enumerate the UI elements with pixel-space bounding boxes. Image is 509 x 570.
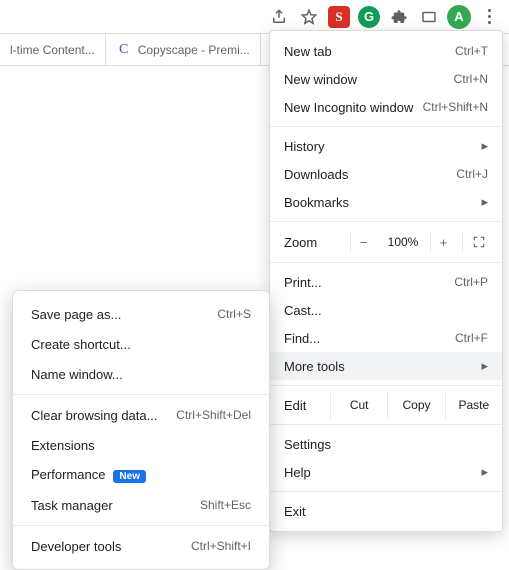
kebab-icon [488,9,491,24]
menu-label: Cast... [284,303,488,318]
menu-bookmarks[interactable]: Bookmarks ▸ [270,188,502,216]
menu-label: Create shortcut... [31,337,251,352]
submenu-devtools[interactable]: Developer tools Ctrl+Shift+I [13,531,269,561]
menu-label: New tab [284,44,455,59]
menu-label: Settings [284,437,488,452]
separator [270,424,502,425]
menu-label: Save page as... [31,307,217,322]
menu-edit-row: Edit Cut Copy Paste [270,391,502,419]
menu-zoom-row: Zoom − 100% + [270,227,502,257]
zoom-in-button[interactable]: + [430,231,456,253]
menu-new-tab[interactable]: New tab Ctrl+T [270,37,502,65]
extension-s[interactable]: S [325,3,353,31]
menu-accel: Ctrl+T [455,44,488,58]
main-menu: New tab Ctrl+T New window Ctrl+N New Inc… [269,30,503,532]
menu-label: Print... [284,275,454,290]
menu-accel: Ctrl+N [454,72,488,86]
menu-label: New window [284,72,454,87]
menu-label: Name window... [31,367,251,382]
menu-accel: Ctrl+Shift+N [423,100,488,114]
menu-find[interactable]: Find... Ctrl+F [270,324,502,352]
menu-accel: Ctrl+J [456,167,488,181]
submenu-performance[interactable]: PerformanceNew [13,460,269,490]
tab-item[interactable]: l-time Content... [0,34,106,65]
submenu-task-manager[interactable]: Task manager Shift+Esc [13,490,269,520]
profile-avatar[interactable]: A [445,3,473,31]
menu-cast[interactable]: Cast... [270,296,502,324]
edit-paste-button[interactable]: Paste [445,391,502,419]
submenu-clear-data[interactable]: Clear browsing data... Ctrl+Shift+Del [13,400,269,430]
menu-label: Clear browsing data... [31,408,176,423]
address-bar-edge [6,3,18,31]
ext-g-letter: G [358,6,380,28]
zoom-out-button[interactable]: − [350,231,376,253]
menu-accel: Ctrl+P [454,275,488,289]
share-icon[interactable] [265,3,293,31]
menu-label: New Incognito window [284,100,423,115]
fullscreen-button[interactable] [462,231,494,253]
tab-overview-icon[interactable] [415,3,443,31]
menu-print[interactable]: Print... Ctrl+P [270,268,502,296]
menu-accel: Ctrl+F [455,331,488,345]
edit-cut-button[interactable]: Cut [330,391,387,419]
menu-label: PerformanceNew [31,467,251,483]
bookmark-star-icon[interactable] [295,3,323,31]
zoom-value: 100% [380,235,426,249]
ext-s-letter: S [328,6,350,28]
new-badge: New [113,470,146,483]
separator [13,525,269,526]
menu-accel: Shift+Esc [200,498,251,512]
menu-downloads[interactable]: Downloads Ctrl+J [270,160,502,188]
separator [270,262,502,263]
submenu-create-shortcut[interactable]: Create shortcut... [13,329,269,359]
zoom-label: Zoom [284,235,344,250]
menu-help[interactable]: Help ▸ [270,458,502,486]
chevron-right-icon: ▸ [481,138,488,154]
tab-item[interactable]: C Copyscape - Premi... [106,34,261,65]
menu-exit[interactable]: Exit [270,497,502,525]
avatar-letter: A [447,5,471,29]
chevron-right-icon: ▸ [481,464,488,480]
extension-g[interactable]: G [355,3,383,31]
menu-new-window[interactable]: New window Ctrl+N [270,65,502,93]
menu-settings[interactable]: Settings [270,430,502,458]
edit-copy-button[interactable]: Copy [387,391,444,419]
menu-label: Developer tools [31,539,191,554]
submenu-name-window[interactable]: Name window... [13,359,269,389]
menu-label: More tools [284,359,475,374]
tab-label: Copyscape - Premi... [138,43,250,57]
menu-label: Downloads [284,167,456,182]
menu-accel: Ctrl+S [217,307,251,321]
menu-incognito[interactable]: New Incognito window Ctrl+Shift+N [270,93,502,121]
separator [270,126,502,127]
menu-more-tools[interactable]: More tools ▸ [270,352,502,380]
menu-label: Help [284,465,475,480]
menu-label: Extensions [31,438,251,453]
menu-label: Exit [284,504,488,519]
menu-label: Task manager [31,498,200,513]
favicon-copyscape-icon: C [116,42,132,58]
menu-accel: Ctrl+Shift+I [191,539,251,553]
menu-accel: Ctrl+Shift+Del [176,408,251,422]
submenu-extensions[interactable]: Extensions [13,430,269,460]
chevron-right-icon: ▸ [481,358,488,374]
more-tools-submenu: Save page as... Ctrl+S Create shortcut..… [12,290,270,570]
submenu-save-page[interactable]: Save page as... Ctrl+S [13,299,269,329]
chevron-right-icon: ▸ [481,194,488,210]
main-menu-button[interactable] [475,3,503,31]
separator [270,385,502,386]
menu-history[interactable]: History ▸ [270,132,502,160]
extensions-puzzle-icon[interactable] [385,3,413,31]
separator [270,221,502,222]
edit-label: Edit [270,391,330,419]
menu-label: Bookmarks [284,195,475,210]
separator [270,491,502,492]
menu-label: History [284,139,475,154]
tab-label: l-time Content... [10,43,95,57]
menu-label: Find... [284,331,455,346]
separator [13,394,269,395]
browser-toolbar: S G A [0,0,509,34]
